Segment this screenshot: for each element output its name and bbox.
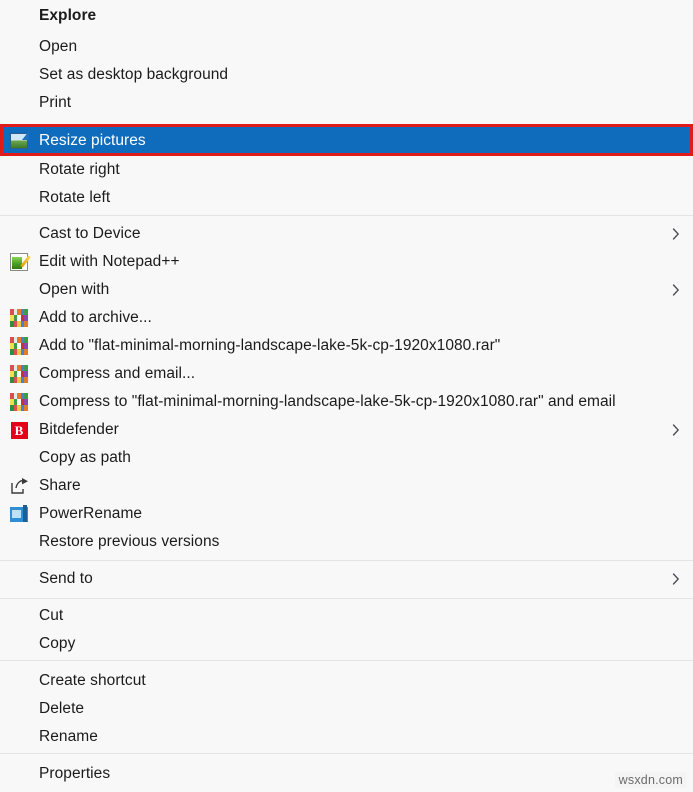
menu-item-label: Cast to Device [39,225,141,243]
menu-separator [0,215,693,216]
menu-item-label: Print [39,94,72,112]
menu-item-copy-as-path[interactable]: Copy as path [0,444,693,472]
menu-item-label: Properties [39,765,111,783]
menu-item-add-to-flat-minimal-morning-landscape-la[interactable]: Add to "flat-minimal-morning-landscape-l… [0,332,693,360]
menu-item-bitdefender[interactable]: B Bitdefender [0,416,693,444]
menu-item-icon-slot-empty [8,633,30,655]
menu-item-icon-slot-empty [8,92,30,114]
menu-item-cut[interactable]: Cut [0,602,693,630]
menu-item-properties[interactable]: Properties [0,760,693,788]
menu-item-resize-pictures[interactable]: Resize pictures [0,127,693,155]
menu-item-label: Restore previous versions [39,533,220,551]
menu-item-add-to-archive[interactable]: Add to archive... [0,304,693,332]
menu-item-label: Edit with Notepad++ [39,253,180,271]
menu-item-label: Rotate left [39,189,111,207]
menu-item-label: Add to "flat-minimal-morning-landscape-l… [39,337,501,355]
menu-item-label: Add to archive... [39,309,152,327]
menu-item-label: Cut [39,607,64,625]
menu-item-icon-slot-empty [8,605,30,627]
bitdefender-icon: B [10,421,28,439]
menu-separator [0,660,693,661]
chevron-right-icon [669,424,683,436]
menu-item-create-shortcut[interactable]: Create shortcut [0,667,693,695]
chevron-right-icon [669,573,683,585]
watermark: wsxdn.com [614,772,687,788]
menu-item-delete[interactable]: Delete [0,695,693,723]
menu-item-rotate-right[interactable]: Rotate right [0,156,693,184]
menu-item-icon-slot-empty [8,159,30,181]
powerrename-icon-slot [8,503,30,525]
menu-item-label: Send to [39,570,93,588]
menu-item-label: Set as desktop background [39,66,229,84]
menu-item-label: Open [39,38,78,56]
menu-item-set-as-desktop-background[interactable]: Set as desktop background [0,61,693,89]
menu-separator [0,598,693,599]
menu-item-compress-to-flat-minimal-morning-landsca[interactable]: Compress to "flat-minimal-morning-landsc… [0,388,693,416]
share-icon-slot [8,475,30,497]
context-menu: Explore Open Set as desktop background Prin… [0,0,693,792]
winrar-icon-slot [8,307,30,329]
menu-item-label: Rotate right [39,161,120,179]
menu-item-label: Copy as path [39,449,131,467]
resize-pictures-icon-slot [8,130,30,152]
winrar-icon [10,365,28,383]
menu-item-label: Resize pictures [39,132,146,150]
menu-item-restore-previous-versions[interactable]: Restore previous versions [0,528,693,556]
menu-item-icon-slot-empty [8,726,30,748]
menu-item-icon-slot-empty [8,531,30,553]
menu-item-label: Bitdefender [39,421,119,439]
chevron-right-icon [669,284,683,296]
menu-item-icon-slot-empty [8,187,30,209]
menu-item-copy[interactable]: Copy [0,630,693,658]
menu-item-rotate-left[interactable]: Rotate left [0,184,693,212]
winrar-icon-slot [8,391,30,413]
menu-item-label: Explore [39,7,97,25]
menu-item-cast-to-device[interactable]: Cast to Device [0,220,693,248]
menu-item-label: Create shortcut [39,672,146,690]
chevron-right-icon [669,228,683,240]
menu-item-open[interactable]: Open [0,33,693,61]
menu-separator [0,560,693,561]
menu-item-icon-slot-empty [8,670,30,692]
menu-item-label: Share [39,477,81,495]
winrar-icon [10,393,28,411]
menu-item-icon-slot-empty [8,447,30,469]
menu-item-label: Compress to "flat-minimal-morning-landsc… [39,393,616,411]
share-icon [10,477,29,495]
menu-item-label: Copy [39,635,76,653]
powerrename-icon [10,504,28,522]
winrar-icon [10,309,28,327]
menu-item-icon-slot-empty [8,763,30,785]
notepad-plus-plus-icon [10,253,31,271]
menu-item-icon-slot-empty [8,279,30,301]
resize-pictures-icon [10,131,29,149]
menu-item-label: Open with [39,281,110,299]
menu-item-icon-slot-empty [8,568,30,590]
menu-item-edit-with-notepad[interactable]: Edit with Notepad++ [0,248,693,276]
menu-item-print[interactable]: Print [0,89,693,117]
notepad-plus-plus-icon-slot [8,251,31,273]
menu-item-label: Rename [39,728,98,746]
menu-item-icon-slot-empty [8,223,30,245]
menu-item-powerrename[interactable]: PowerRename [0,500,693,528]
menu-item-label: PowerRename [39,505,143,523]
menu-item-label: Delete [39,700,85,718]
menu-item-compress-and-email[interactable]: Compress and email... [0,360,693,388]
menu-item-icon-slot-empty [8,5,30,27]
winrar-icon [10,337,28,355]
menu-item-rename[interactable]: Rename [0,723,693,751]
menu-item-open-with[interactable]: Open with [0,276,693,304]
menu-separator [0,753,693,754]
menu-item-share[interactable]: Share [0,472,693,500]
menu-item-label: Compress and email... [39,365,196,383]
menu-item-icon-slot-empty [8,64,30,86]
bitdefender-icon-slot: B [8,419,30,441]
menu-item-explore[interactable]: Explore [0,2,693,30]
winrar-icon-slot [8,335,30,357]
menu-item-icon-slot-empty [8,698,30,720]
winrar-icon-slot [8,363,30,385]
menu-item-icon-slot-empty [8,36,30,58]
menu-item-send-to[interactable]: Send to [0,565,693,593]
